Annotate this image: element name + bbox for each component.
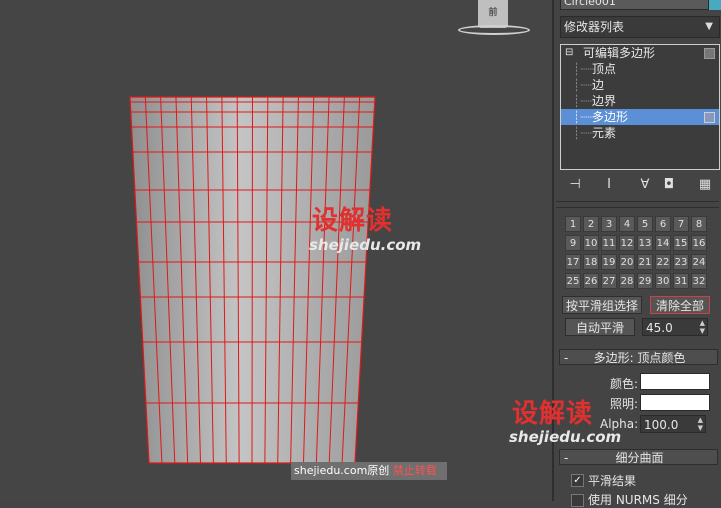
smoothing-group-7[interactable]: 7	[673, 216, 689, 232]
smoothing-group-15[interactable]: 15	[673, 235, 689, 251]
stack-root[interactable]: ⊟ 可编辑多边形	[561, 45, 719, 61]
stack-toolbar: ⊣ Ⅰ ∀ ◘ ▦	[560, 176, 718, 194]
spinner-arrows-icon[interactable]: ▲ ▼	[700, 319, 705, 335]
use-nurms-label: 使用 NURMS 细分	[588, 493, 688, 507]
smoothing-group-31[interactable]: 31	[673, 273, 689, 289]
divider	[556, 201, 719, 202]
smoothing-group-10[interactable]: 10	[583, 235, 599, 251]
polygon-marker-icon	[704, 112, 715, 123]
watermark-logo-2: 设解读	[512, 399, 594, 429]
rollout-title: 细分曲面	[615, 451, 664, 465]
smoothing-group-11[interactable]: 11	[601, 235, 617, 251]
threshold-value: 45.0	[646, 321, 673, 335]
smoothing-group-13[interactable]: 13	[637, 235, 653, 251]
smoothing-group-1[interactable]: 1	[565, 216, 581, 232]
rollout-vertex-colors[interactable]: - 多边形: 顶点颜色	[559, 349, 718, 365]
viewport[interactable]: 前 设解读 shejiedu.com shejiedu.com原创 禁止转载	[0, 0, 552, 501]
smoothing-group-30[interactable]: 30	[655, 273, 671, 289]
rollout-title: 多边形: 顶点颜色	[593, 351, 686, 365]
smoothing-group-16[interactable]: 16	[691, 235, 707, 251]
smoothing-group-19[interactable]: 19	[601, 254, 617, 270]
smoothing-group-23[interactable]: 23	[673, 254, 689, 270]
smoothing-group-14[interactable]: 14	[655, 235, 671, 251]
smoothing-group-3[interactable]: 3	[601, 216, 617, 232]
smoothing-group-27[interactable]: 27	[601, 273, 617, 289]
stack-item-edge[interactable]: ┊┈┈ 边	[561, 77, 719, 93]
smoothing-group-29[interactable]: 29	[637, 273, 653, 289]
credit-banner: shejiedu.com原创 禁止转载	[291, 462, 447, 480]
chevron-down-icon: ▼	[705, 21, 713, 32]
remove-modifier-icon[interactable]: ◘	[660, 176, 678, 194]
auto-smooth-button[interactable]: 自动平滑	[565, 318, 635, 336]
smoothing-group-4[interactable]: 4	[619, 216, 635, 232]
smoothing-group-28[interactable]: 28	[619, 273, 635, 289]
smoothing-group-21[interactable]: 21	[637, 254, 653, 270]
stack-item-element[interactable]: ┊┈┈ 元素	[561, 125, 719, 141]
smooth-result-checkbox[interactable]: ✓	[571, 474, 584, 487]
smoothing-group-5[interactable]: 5	[637, 216, 653, 232]
smoothing-group-18[interactable]: 18	[583, 254, 599, 270]
object-name-field[interactable]: Circle001	[560, 0, 709, 10]
viewcube-ring[interactable]	[458, 25, 530, 35]
illumination-label: 照明:	[610, 397, 639, 411]
clear-all-button[interactable]: 清除全部	[650, 296, 710, 314]
smoothing-group-20[interactable]: 20	[619, 254, 635, 270]
modifier-stack[interactable]: ⊟ 可编辑多边形 ┊┈┈ 顶点 ┊┈┈ 边 ┊┈┈ 边界 ┊┈┈ 多边形 ┊┈┈ 元素	[560, 44, 720, 170]
light-bulb-icon[interactable]	[704, 48, 715, 59]
smoothing-group-2[interactable]: 2	[583, 216, 599, 232]
watermark-logo: 设解读	[312, 206, 394, 236]
vertex-color-swatch[interactable]	[640, 373, 710, 390]
rollout-subdivision[interactable]: - 细分曲面	[559, 449, 718, 465]
divider	[556, 207, 719, 208]
smoothing-group-26[interactable]: 26	[583, 273, 599, 289]
stack-item-vertex[interactable]: ┊┈┈ 顶点	[561, 61, 719, 77]
object-color-swatch[interactable]	[709, 0, 721, 10]
show-end-result-icon[interactable]: Ⅰ	[600, 176, 618, 194]
cup-mesh[interactable]	[0, 0, 552, 501]
smoothing-group-9[interactable]: 9	[565, 235, 581, 251]
make-unique-icon[interactable]: ∀	[636, 176, 654, 194]
smoothing-group-32[interactable]: 32	[691, 273, 707, 289]
smoothing-group-25[interactable]: 25	[565, 273, 581, 289]
pin-stack-icon[interactable]: ⊣	[566, 176, 584, 194]
smoothing-group-22[interactable]: 22	[655, 254, 671, 270]
auto-smooth-threshold[interactable]: 45.0 ▲ ▼	[642, 318, 708, 336]
smoothing-group-6[interactable]: 6	[655, 216, 671, 232]
viewcube-icon[interactable]: 前	[478, 0, 508, 28]
collapse-icon[interactable]: ⊟	[565, 45, 573, 61]
watermark-url-2: shejiedu.com	[509, 428, 622, 446]
smoothing-group-12[interactable]: 12	[619, 235, 635, 251]
smooth-result-label: 平滑结果	[588, 474, 637, 488]
modifier-list-dropdown[interactable]: 修改器列表 ▼	[560, 16, 720, 38]
alpha-spinner[interactable]: 100.0 ▲ ▼	[640, 415, 706, 433]
color-label: 颜色:	[610, 377, 639, 391]
select-by-sg-button[interactable]: 按平滑组选择	[562, 296, 642, 314]
smoothing-group-17[interactable]: 17	[565, 254, 581, 270]
alpha-value: 100.0	[644, 418, 679, 432]
stack-item-border[interactable]: ┊┈┈ 边界	[561, 93, 719, 109]
spinner-arrows-icon[interactable]: ▲ ▼	[698, 416, 703, 432]
smoothing-group-8[interactable]: 8	[691, 216, 707, 232]
configure-modifier-sets-icon[interactable]: ▦	[696, 176, 714, 194]
stack-item-polygon[interactable]: ┊┈┈ 多边形	[561, 109, 719, 125]
stack-root-label: 可编辑多边形	[583, 46, 656, 60]
illumination-color-swatch[interactable]	[640, 394, 710, 411]
smoothing-group-24[interactable]: 24	[691, 254, 707, 270]
watermark-url: shejiedu.com	[309, 236, 422, 254]
modifier-list-label: 修改器列表	[564, 20, 625, 34]
